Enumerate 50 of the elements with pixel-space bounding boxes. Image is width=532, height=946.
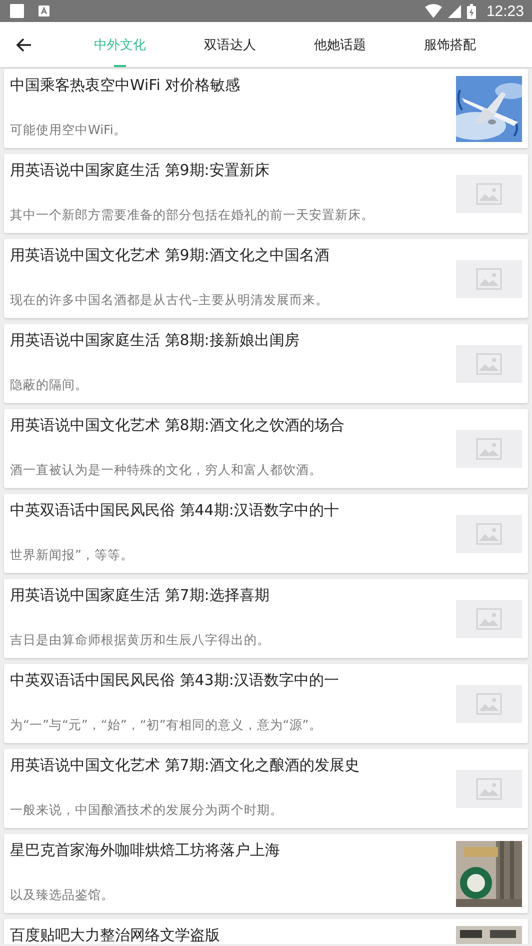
battery-icon (467, 4, 476, 18)
image-icon (476, 268, 502, 290)
article-title: 用英语说中国文化艺术 第8期:酒文化之饮酒的场合 (10, 416, 346, 435)
article-card[interactable]: 用英语说中国家庭生活 第8期:接新娘出闺房 隐蔽的隔间。 (4, 324, 528, 403)
article-title: 用英语说中国文化艺术 第9期:酒文化之中国名酒 (10, 246, 330, 265)
image-icon (476, 608, 502, 630)
article-title: 中英双语话中国民风民俗 第44期:汉语数字中的十 (10, 501, 340, 520)
image-icon (476, 352, 502, 374)
article-title: 星巴克首家海外咖啡烘焙工坊将落户上海 (10, 841, 281, 860)
image-icon (476, 778, 502, 800)
article-summary: 隐蔽的隔间。 (10, 377, 89, 394)
keyboard-icon (38, 5, 50, 17)
article-card[interactable]: 用英语说中国文化艺术 第8期:酒文化之饮酒的场合 酒一直被认为是一种特殊的文化，穷人和富人都饮酒。 (4, 409, 528, 488)
article-summary: 世界新闻报”，等等。 (10, 547, 134, 564)
article-card[interactable]: 中国乘客热衷空中WiFi 对价格敏感 可能使用空中WiFi。 (4, 69, 528, 148)
square-icon (10, 4, 24, 18)
article-card[interactable]: 用英语说中国文化艺术 第9期:酒文化之中国名酒 现在的许多中国名酒都是从古代–主要从明清发展而来。 (4, 239, 528, 318)
clock-time: 12:23 (486, 2, 524, 20)
article-summary: 酒一直被认为是一种特殊的文化，穷人和富人都饮酒。 (10, 462, 323, 479)
article-card[interactable]: 中英双语话中国民风民俗 第44期:汉语数字中的十 世界新闻报”，等等。 (4, 494, 528, 573)
article-summary: 现在的许多中国名酒都是从古代–主要从明清发展而来。 (10, 292, 330, 309)
tab[interactable]: 双语达人 (174, 22, 286, 67)
article-title: 百度贴吧大力整治网络文学盗版 (10, 926, 221, 944)
article-card[interactable]: 用英语说中国家庭生活 第9期:安置新床 其中一个新郎方需要准备的部分包括在婚礼的前一天安置新床。 (4, 154, 528, 233)
article-title: 用英语说中国家庭生活 第7期:选择喜期 (10, 586, 270, 605)
tab[interactable]: 服饰搭配 (394, 22, 506, 67)
image-icon (476, 522, 502, 544)
article-title: 用英语说中国家庭生活 第9期:安置新床 (10, 161, 270, 180)
article-card[interactable]: 星巴克首家海外咖啡烘焙工坊将落户上海 以及臻选品鉴馆。 (4, 834, 528, 913)
article-card[interactable]: 百度贴吧大力整治网络文学盗版 (4, 919, 528, 944)
article-summary: 以及臻选品鉴馆。 (10, 887, 115, 904)
image-icon (476, 692, 502, 714)
image-icon (476, 182, 502, 204)
article-title: 用英语说中国家庭生活 第8期:接新娘出闺房 (10, 331, 300, 350)
article-card[interactable]: 用英语说中国文化艺术 第7期:酒文化之酿酒的发展史 一般来说，中国酿酒技术的发展分为两个时期。 (4, 749, 528, 828)
article-summary: 一般来说，中国酿酒技术的发展分为两个时期。 (10, 802, 284, 819)
article-summary: 吉日是由算命师根据黄历和生辰八字得出的。 (10, 632, 271, 649)
tab[interactable]: 他她话题 (284, 22, 396, 67)
wifi-icon (425, 4, 442, 18)
article-summary: 其中一个新郎方需要准备的部分包括在婚礼的前一天安置新床。 (10, 207, 375, 224)
back-arrow-icon (16, 38, 32, 52)
article-title: 中英双语话中国民风民俗 第43期:汉语数字中的一 (10, 671, 340, 690)
article-summary: 为“一”与“元”，“始”，“初”有相同的意义，意为“源”。 (10, 717, 323, 734)
article-summary: 可能使用空中WiFi。 (10, 122, 128, 139)
signal-icon (448, 4, 462, 18)
article-card[interactable]: 用英语说中国家庭生活 第7期:选择喜期 吉日是由算命师根据黄历和生辰八字得出的。 (4, 579, 528, 658)
article-card[interactable]: 中英双语话中国民风民俗 第43期:汉语数字中的一 为“一”与“元”，“始”，“初”有相同的意义，意为“源”。 (4, 664, 528, 743)
article-title: 中国乘客热衷空中WiFi 对价格敏感 (10, 76, 242, 95)
image-icon (476, 438, 502, 460)
article-title: 用英语说中国文化艺术 第7期:酒文化之酿酒的发展史 (10, 756, 360, 775)
